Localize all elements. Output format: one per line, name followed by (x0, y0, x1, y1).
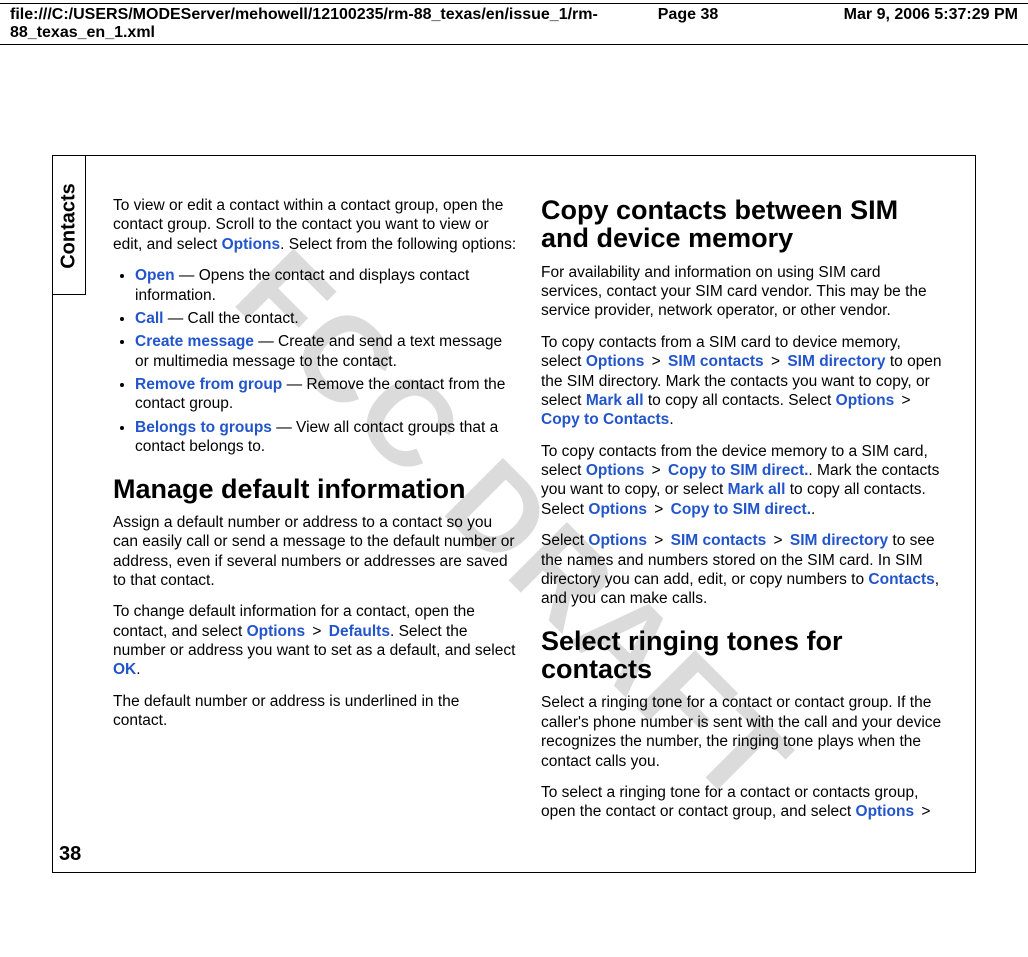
ui-term-options: Options (222, 236, 281, 253)
ui-term: Options (586, 462, 645, 479)
page-number: 38 (59, 843, 81, 866)
columns: To view or edit a contact within a conta… (113, 196, 945, 842)
side-tab-contacts: Contacts (52, 155, 86, 295)
ui-term: Options (836, 392, 895, 409)
paragraph: To select a ringing tone for a contact o… (541, 783, 945, 822)
paragraph: To change default information for a cont… (113, 602, 517, 680)
header-page-label: Page 38 (618, 6, 758, 42)
paragraph: The default number or address is underli… (113, 692, 517, 731)
ui-term: Options (586, 353, 645, 370)
heading-copy-contacts: Copy contacts between SIM and device mem… (541, 196, 945, 253)
content-frame: Contacts FCC DRAFT To view or edit a con… (52, 155, 976, 873)
paragraph: To copy contacts from the device memory … (541, 442, 945, 520)
ui-term: Defaults (329, 623, 390, 640)
header-timestamp: Mar 9, 2006 5:37:29 PM (758, 6, 1018, 42)
separator: > (644, 462, 668, 479)
left-column: To view or edit a contact within a conta… (113, 196, 517, 842)
options-list: Open — Opens the contact and displays co… (113, 266, 517, 456)
ui-term: Mark all (728, 481, 786, 498)
text: . (669, 411, 673, 428)
heading-ringing-tones: Select ringing tones for contacts (541, 627, 945, 684)
separator: > (766, 532, 790, 549)
ui-term: Copy to SIM direct. (671, 501, 811, 518)
ui-term: Mark all (586, 392, 644, 409)
text: — Opens the contact and displays contact… (135, 267, 469, 303)
ui-term: Remove from group (135, 376, 282, 393)
paragraph: To copy contacts from a SIM card to devi… (541, 333, 945, 430)
ui-term: Contacts (868, 571, 934, 588)
ui-term: Options (588, 501, 647, 518)
ui-term: Create message (135, 333, 254, 350)
ui-term: SIM contacts (668, 353, 764, 370)
paragraph: Select Options > SIM contacts > SIM dire… (541, 531, 945, 609)
side-tab-label: Contacts (58, 183, 81, 269)
ui-term: Call (135, 310, 163, 327)
list-item: Open — Opens the contact and displays co… (135, 266, 517, 305)
header-path: file:///C:/USERS/MODEServer/mehowell/121… (10, 6, 618, 42)
ui-term: Options (588, 532, 647, 549)
separator: > (764, 353, 788, 370)
list-item: Remove from group — Remove the contact f… (135, 375, 517, 414)
ui-term: SIM directory (787, 353, 885, 370)
paragraph: For availability and information on usin… (541, 263, 945, 321)
separator: > (305, 623, 329, 640)
intro-paragraph: To view or edit a contact within a conta… (113, 196, 517, 254)
text: . Select from the following options: (280, 236, 516, 253)
ui-term: Options (856, 803, 915, 820)
page: file:///C:/USERS/MODEServer/mehowell/121… (0, 0, 1028, 957)
ui-term: SIM contacts (671, 532, 767, 549)
list-item: Call — Call the contact. (135, 309, 517, 328)
ui-term: SIM directory (790, 532, 888, 549)
paragraph: Assign a default number or address to a … (113, 513, 517, 591)
print-header: file:///C:/USERS/MODEServer/mehowell/121… (0, 3, 1028, 45)
ui-term: OK (113, 661, 136, 678)
text: . (136, 661, 140, 678)
ui-term: Copy to Contacts (541, 411, 669, 428)
separator: > (894, 392, 913, 409)
list-item: Create message — Create and send a text … (135, 332, 517, 371)
heading-manage-default: Manage default information (113, 475, 517, 503)
ui-term: Belongs to groups (135, 419, 272, 436)
separator: > (647, 501, 671, 518)
text: . (811, 501, 815, 518)
text: — Call the contact. (163, 310, 298, 327)
separator: > (644, 353, 668, 370)
list-item: Belongs to groups — View all contact gro… (135, 418, 517, 457)
separator: > (647, 532, 671, 549)
ui-term: Copy to SIM direct. (668, 462, 808, 479)
ui-term: Open (135, 267, 175, 284)
separator: > (914, 803, 933, 820)
paragraph: Select a ringing tone for a contact or c… (541, 693, 945, 771)
text: Select (541, 532, 588, 549)
ui-term: Options (247, 623, 306, 640)
text: to copy all contacts. Select (644, 392, 836, 409)
right-column: Copy contacts between SIM and device mem… (541, 196, 945, 842)
